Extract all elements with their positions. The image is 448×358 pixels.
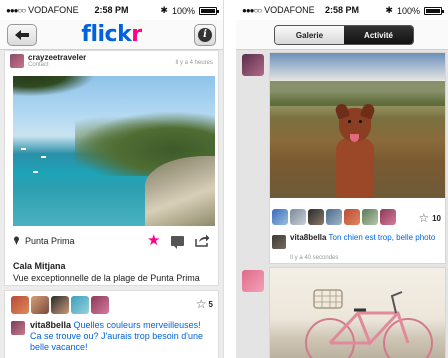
location-link[interactable]: Punta Prima — [25, 236, 75, 246]
post-time: Il y a 4 heures — [175, 60, 213, 66]
bluetooth-icon: ✱ — [385, 5, 393, 15]
right-screen: ●●●○○ VODAFONE 2:58 PM ✱ 100% Galerie Ac… — [236, 0, 448, 358]
favorites-comments-card: ☆ 5 vita8bella Quelles couleurs merveill… — [4, 290, 219, 358]
battery-icon — [424, 6, 444, 15]
comment-author[interactable]: vita8bella — [30, 320, 71, 330]
bicycle-illustration — [305, 289, 433, 358]
photo-cala-mitjana[interactable] — [13, 76, 215, 226]
tab-activite[interactable]: Activité — [344, 26, 413, 44]
star-icon: ☆ — [195, 297, 207, 311]
owner-name[interactable]: crayzeetraveler — [28, 53, 86, 62]
avatar[interactable] — [11, 321, 25, 335]
avatar[interactable] — [31, 296, 49, 314]
battery-percent: 100% — [396, 5, 420, 16]
avatar[interactable] — [308, 209, 324, 225]
photo-actions: Punta Prima ★ — [13, 231, 210, 251]
avatar[interactable] — [91, 296, 109, 314]
favorites-count[interactable]: ☆ 10 — [418, 211, 441, 225]
avatar[interactable] — [10, 54, 24, 68]
avatar[interactable] — [242, 270, 264, 292]
comment-author[interactable]: vita8bella — [290, 233, 326, 242]
star-icon[interactable]: ★ — [147, 233, 160, 248]
favorites-avatars — [11, 296, 109, 314]
activity-card — [269, 267, 446, 358]
info-button[interactable]: i — [194, 24, 216, 46]
activity-card: ☆ 10 vita8bella Ton chien est trop, bell… — [269, 52, 446, 264]
avatar[interactable] — [380, 209, 396, 225]
flickr-logo[interactable]: flickr — [0, 22, 223, 47]
owner-relation: Contact — [28, 62, 49, 68]
comment: vita8bella Quelles couleurs merveilleuse… — [30, 320, 214, 353]
segmented-control: Galerie Activité — [274, 25, 414, 45]
avatar[interactable] — [290, 209, 306, 225]
photo-dog[interactable] — [270, 53, 445, 198]
favorites-avatars — [272, 209, 396, 225]
photo-description: Vue exceptionnelle de la plage de Punta … — [13, 273, 200, 283]
bluetooth-icon: ✱ — [160, 5, 168, 15]
avatar[interactable] — [71, 296, 89, 314]
star-icon: ☆ — [418, 211, 430, 225]
photo-title: Cala Mitjana — [13, 261, 66, 271]
nav-bar: flickr i — [0, 20, 223, 50]
status-bar: ●●●○○ VODAFONE 2:58 PM ✱ 100% — [0, 0, 223, 20]
avatar[interactable] — [51, 296, 69, 314]
comment-icon[interactable] — [171, 236, 184, 249]
photo-card: crayzeetraveler Contact Il y a 4 heures … — [4, 50, 219, 286]
status-bar: ●●●○○ VODAFONE 2:58 PM ✱ 100% — [236, 0, 448, 20]
avatar[interactable] — [362, 209, 378, 225]
battery-icon — [199, 6, 219, 15]
left-screen: ●●●○○ VODAFONE 2:58 PM ✱ 100% flickr i c… — [0, 0, 224, 358]
photo-bicycle[interactable] — [270, 268, 445, 358]
comment: vita8bella Ton chien est trop, belle pho… — [290, 233, 441, 243]
comment-time: Il y a 40 secondes — [290, 255, 339, 261]
avatar[interactable] — [242, 54, 264, 76]
photo-owner[interactable]: crayzeetraveler Contact Il y a 4 heures — [5, 51, 218, 71]
avatar[interactable] — [326, 209, 342, 225]
avatar[interactable] — [11, 296, 29, 314]
comment-text: Ton chien est trop, belle photo — [326, 233, 436, 242]
pin-icon — [14, 236, 19, 245]
tab-galerie[interactable]: Galerie — [275, 26, 344, 44]
avatar[interactable] — [272, 209, 288, 225]
battery-percent: 100% — [171, 5, 195, 16]
info-icon: i — [198, 28, 212, 42]
favorites-count[interactable]: ☆ 5 — [196, 297, 213, 311]
nav-bar: Galerie Activité — [236, 20, 448, 50]
avatar[interactable] — [344, 209, 360, 225]
avatar[interactable] — [272, 235, 286, 249]
share-icon[interactable] — [195, 234, 210, 247]
